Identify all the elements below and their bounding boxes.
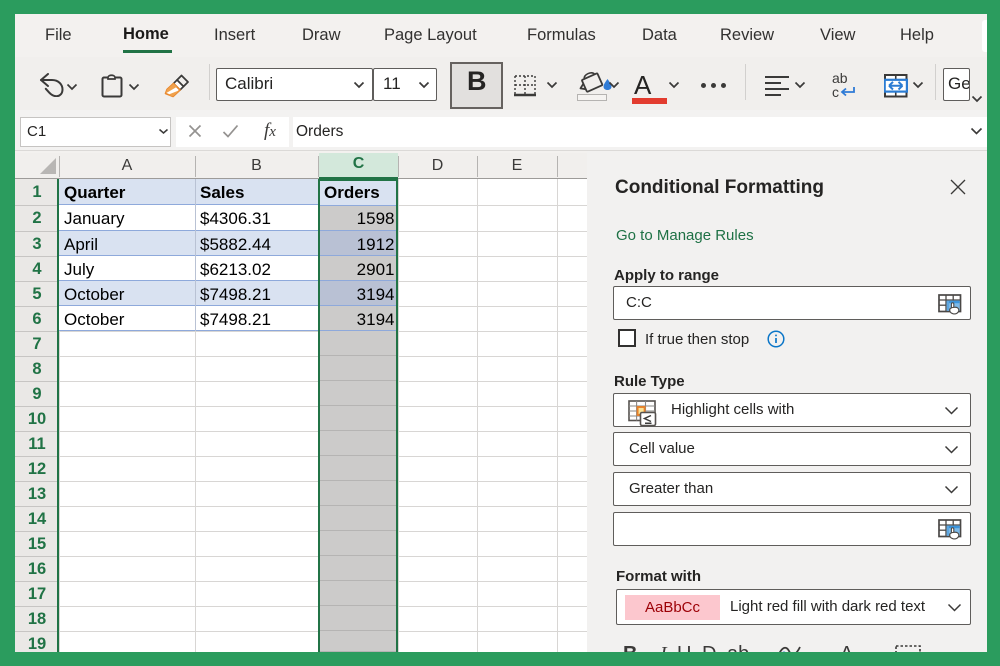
svg-text:c: c bbox=[832, 84, 839, 99]
